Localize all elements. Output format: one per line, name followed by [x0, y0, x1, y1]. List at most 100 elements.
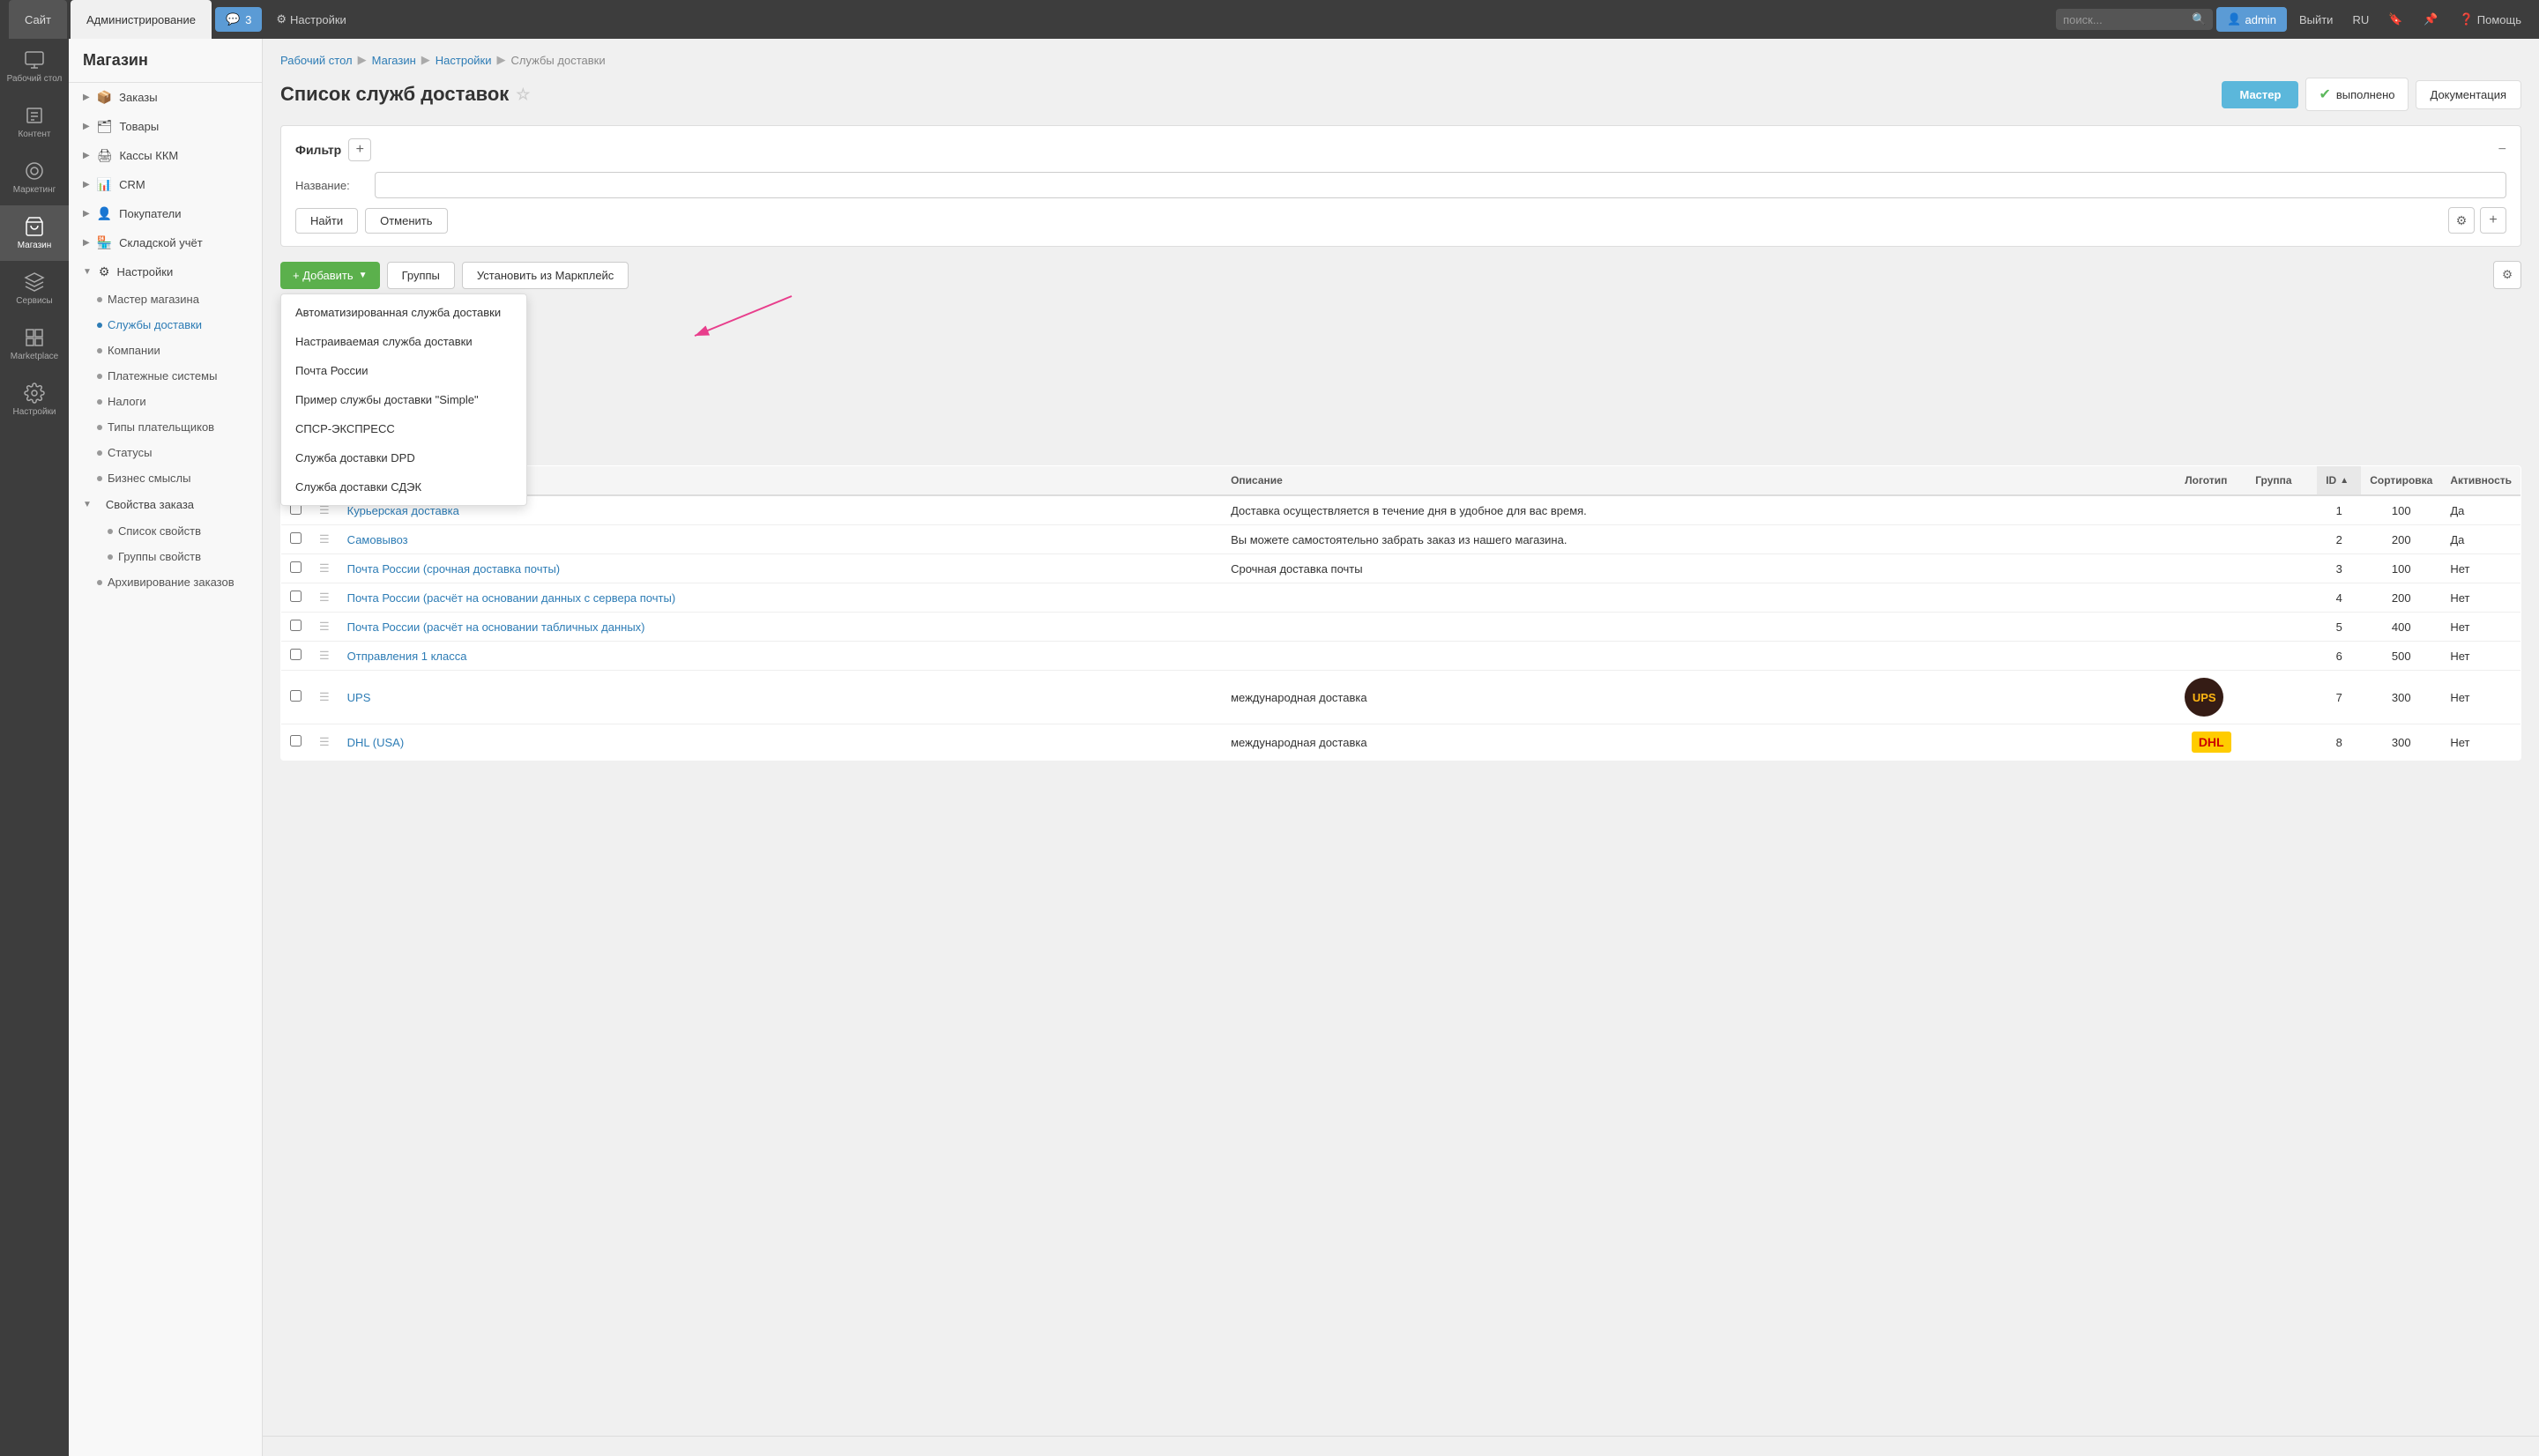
- nav-sub-archiving[interactable]: Архивирование заказов: [69, 569, 262, 595]
- language-selector[interactable]: RU: [2345, 8, 2376, 32]
- nav-buyers[interactable]: ▶ 👤 Покупатели: [69, 199, 262, 228]
- drag-handle-3[interactable]: ☰: [310, 554, 339, 583]
- find-btn[interactable]: Найти: [295, 208, 358, 234]
- row-checkbox-3[interactable]: [290, 561, 302, 573]
- nav-sub-taxes[interactable]: Налоги: [69, 389, 262, 414]
- bookmarks-btn[interactable]: 🔖: [2379, 7, 2411, 32]
- row-name-link-4[interactable]: Почта России (расчёт на основании данных…: [347, 591, 676, 605]
- ups-logo: UPS: [2185, 678, 2223, 717]
- dropdown-item-3[interactable]: Пример службы доставки "Simple": [281, 385, 526, 414]
- row-checkbox-7[interactable]: [290, 690, 302, 702]
- nav-sub-props-groups[interactable]: Группы свойств: [69, 544, 262, 569]
- row-name-link-7[interactable]: UPS: [347, 691, 371, 704]
- nav-dot-payment: [97, 374, 102, 379]
- search-input[interactable]: [2063, 13, 2186, 26]
- drag-handle-4[interactable]: ☰: [310, 583, 339, 613]
- help-btn[interactable]: ❓ Помощь: [2451, 7, 2530, 32]
- drag-handle-6[interactable]: ☰: [310, 642, 339, 671]
- filter-plus-btn[interactable]: +: [2480, 207, 2506, 234]
- page-header: Список служб доставок ☆ Мастер ✔ выполне…: [280, 78, 2521, 111]
- row-desc-2: Вы можете самостоятельно забрать заказ и…: [1222, 525, 2176, 554]
- row-name-link-2[interactable]: Самовывоз: [347, 533, 408, 546]
- pin-btn[interactable]: 📌: [2415, 7, 2446, 32]
- sidebar-icon-content-label: Контент: [18, 130, 50, 139]
- tab-site[interactable]: Сайт: [9, 0, 67, 39]
- nav-orders[interactable]: ▶ 📦 Заказы: [69, 83, 262, 112]
- sidebar-icon-desktop[interactable]: Рабочий стол: [0, 39, 69, 94]
- nav-label-crm: CRM: [119, 178, 145, 191]
- row-checkbox-4[interactable]: [290, 591, 302, 602]
- row-name-link-3[interactable]: Почта России (срочная доставка почты): [347, 562, 560, 576]
- docs-btn[interactable]: Документация: [2416, 80, 2522, 109]
- nav-order-props[interactable]: ▼ Свойства заказа: [69, 491, 262, 518]
- drag-handle-5[interactable]: ☰: [310, 613, 339, 642]
- breadcrumb-settings[interactable]: Настройки: [436, 54, 492, 67]
- nav-sub-label-payer-types: Типы плательщиков: [108, 420, 214, 434]
- nav-label-settings: Настройки: [116, 265, 173, 279]
- nav-goods[interactable]: ▶ 🗂 Товары: [69, 112, 262, 141]
- th-group: Группа: [2246, 466, 2317, 496]
- row-checkbox-2[interactable]: [290, 532, 302, 544]
- done-btn[interactable]: ✔ выполнено: [2305, 78, 2408, 111]
- nav-sub-delivery[interactable]: Службы доставки: [69, 312, 262, 338]
- exit-btn[interactable]: Выйти: [2290, 8, 2342, 32]
- row-name-link-1[interactable]: Курьерская доставка: [347, 504, 459, 517]
- row-name-link-6[interactable]: Отправления 1 класса: [347, 650, 467, 663]
- nav-sub-payment[interactable]: Платежные системы: [69, 363, 262, 389]
- sidebar-icon-settings[interactable]: Настройки: [0, 372, 69, 427]
- nav-crm[interactable]: ▶ 📊 CRM: [69, 170, 262, 199]
- nav-warehouse[interactable]: ▶ 🏪 Складской учёт: [69, 228, 262, 257]
- dhl-logo: DHL: [2192, 732, 2231, 753]
- breadcrumb-shop[interactable]: Магазин: [372, 54, 416, 67]
- filter-name-input[interactable]: [375, 172, 2506, 198]
- sidebar-icon-content[interactable]: Контент: [0, 94, 69, 150]
- drag-handle-7[interactable]: ☰: [310, 671, 339, 724]
- table-gear-btn[interactable]: ⚙: [2493, 261, 2521, 289]
- dropdown-item-2[interactable]: Почта России: [281, 356, 526, 385]
- settings-btn[interactable]: ⚙ Настройки: [265, 7, 356, 32]
- row-desc-7: международная доставка: [1222, 671, 2176, 724]
- add-btn[interactable]: + Добавить ▼: [280, 262, 380, 289]
- drag-handle-8[interactable]: ☰: [310, 724, 339, 761]
- filter-add-btn[interactable]: +: [348, 138, 371, 161]
- marketplace-btn[interactable]: Установить из Маркплейс: [462, 262, 629, 289]
- th-logo: Логотип: [2176, 466, 2246, 496]
- cancel-btn[interactable]: Отменить: [365, 208, 447, 234]
- dropdown-item-5[interactable]: Служба доставки DPD: [281, 443, 526, 472]
- favorite-star[interactable]: ☆: [516, 85, 530, 104]
- row-checkbox-5[interactable]: [290, 620, 302, 631]
- master-btn[interactable]: Мастер: [2222, 81, 2298, 108]
- user-menu[interactable]: 👤 admin: [2216, 7, 2287, 32]
- nav-sub-master[interactable]: Мастер магазина: [69, 286, 262, 312]
- filter-gear-btn[interactable]: ⚙: [2448, 207, 2475, 234]
- filter-collapse-btn[interactable]: −: [2498, 142, 2506, 158]
- nav-kkm[interactable]: ▶ 🖨 Кассы ККМ: [69, 141, 262, 170]
- nav-sub-payer-types[interactable]: Типы плательщиков: [69, 414, 262, 440]
- nav-sub-companies[interactable]: Компании: [69, 338, 262, 363]
- dropdown-item-0[interactable]: Автоматизированная служба доставки: [281, 298, 526, 327]
- breadcrumb-desktop[interactable]: Рабочий стол: [280, 54, 353, 67]
- sidebar-icon-marketing[interactable]: Маркетинг: [0, 150, 69, 205]
- nav-settings[interactable]: ▼ ⚙ Настройки: [69, 257, 262, 286]
- nav-label-kkm: Кассы ККМ: [119, 149, 178, 162]
- tab-admin[interactable]: Администрирование: [71, 0, 212, 39]
- nav-sub-statuses[interactable]: Статусы: [69, 440, 262, 465]
- dropdown-item-4[interactable]: СПСР-ЭКСПРЕСС: [281, 414, 526, 443]
- row-checkbox-6[interactable]: [290, 649, 302, 660]
- th-id[interactable]: ID ▲: [2317, 466, 2361, 496]
- row-name-link-5[interactable]: Почта России (расчёт на основании таблич…: [347, 620, 645, 634]
- dropdown-item-6[interactable]: Служба доставки СДЭК: [281, 472, 526, 501]
- nav-sub-business[interactable]: Бизнес смыслы: [69, 465, 262, 491]
- sidebar-icon-services[interactable]: Сервисы: [0, 261, 69, 316]
- notifications-btn[interactable]: 💬 3: [215, 7, 262, 32]
- row-checkbox-8[interactable]: [290, 735, 302, 747]
- th-sort[interactable]: Сортировка: [2361, 466, 2441, 496]
- sidebar-icon-shop[interactable]: Магазин: [0, 205, 69, 261]
- nav-sub-props-list[interactable]: Список свойств: [69, 518, 262, 544]
- drag-handle-2[interactable]: ☰: [310, 525, 339, 554]
- search-icon: 🔍: [2192, 12, 2206, 26]
- dropdown-item-1[interactable]: Настраиваемая служба доставки: [281, 327, 526, 356]
- groups-btn[interactable]: Группы: [387, 262, 455, 289]
- row-name-link-8[interactable]: DHL (USA): [347, 736, 405, 749]
- sidebar-icon-marketplace[interactable]: Marketplace: [0, 316, 69, 372]
